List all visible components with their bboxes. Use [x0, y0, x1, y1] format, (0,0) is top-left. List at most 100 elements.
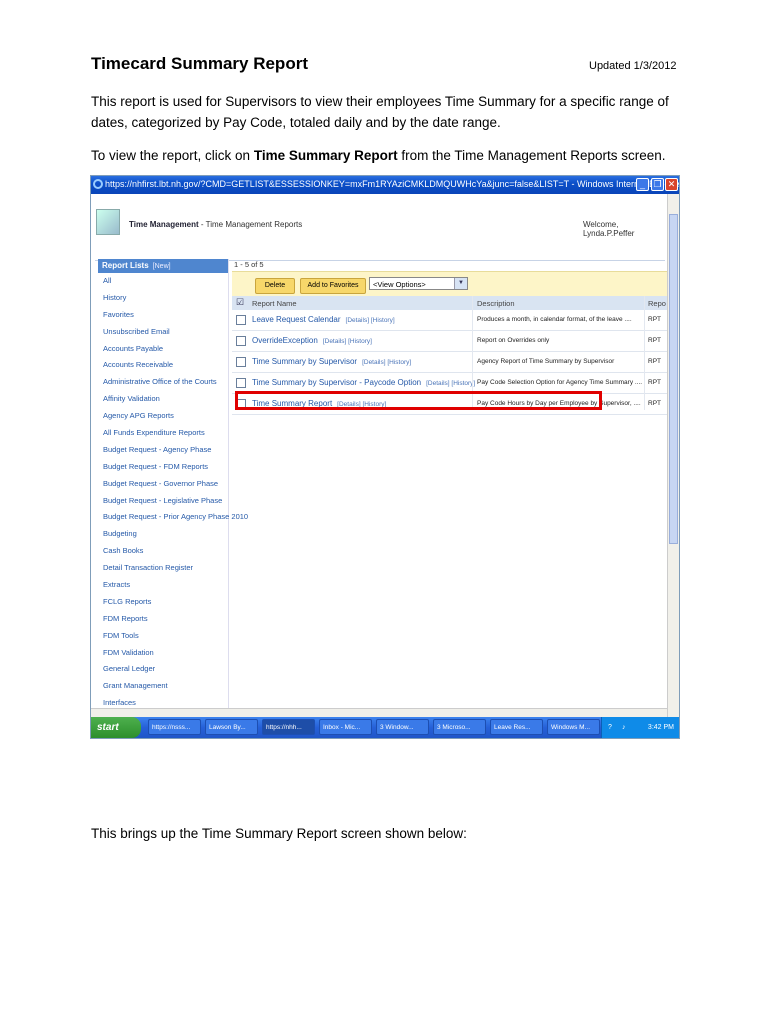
app-title: Time Management - Time Management Report…: [129, 220, 302, 229]
instruction-text-end: from the Time Management Reports screen.: [397, 148, 666, 163]
sidebar-header: Report Lists [New]: [98, 259, 228, 273]
pager: 1 - 5 of 5: [234, 260, 264, 269]
sidebar-item[interactable]: Unsubscribed Email: [98, 324, 228, 341]
report-type: RPT: [648, 358, 661, 365]
close-icon[interactable]: ✕: [665, 178, 678, 191]
details-link[interactable]: [Details]: [362, 359, 385, 366]
sidebar-item[interactable]: Agency APG Reports: [98, 408, 228, 425]
new-link[interactable]: [New]: [153, 263, 171, 270]
app-title-bold: Time Management: [129, 220, 199, 229]
report-type: RPT: [648, 400, 661, 407]
sidebar-item[interactable]: Accounts Receivable: [98, 357, 228, 374]
report-name[interactable]: Time Summary by Supervisor - Paycode Opt…: [252, 378, 421, 387]
column-report-type[interactable]: Repo: [648, 299, 666, 308]
sidebar-item[interactable]: Cash Books: [98, 543, 228, 560]
ie-icon: [93, 179, 103, 189]
details-link[interactable]: [Details]: [323, 338, 346, 345]
sidebar-item[interactable]: Budget Request - Agency Phase: [98, 442, 228, 459]
sidebar-item[interactable]: History: [98, 290, 228, 307]
help-icon: ?: [608, 724, 612, 731]
report-description: Pay Code Selection Option for Agency Tim…: [477, 379, 643, 386]
minimize-icon[interactable]: _: [636, 178, 649, 191]
row-checkbox[interactable]: [236, 315, 246, 325]
grid-header: ☑ Report Name Description Repo: [232, 296, 670, 310]
updated-date: Updated 1/3/2012: [589, 60, 677, 72]
row-checkbox[interactable]: [236, 357, 246, 367]
sidebar-item[interactable]: Grant Management: [98, 678, 228, 695]
closing-paragraph: This brings up the Time Summary Report s…: [91, 826, 467, 841]
sidebar-item[interactable]: FCLG Reports: [98, 594, 228, 611]
taskbar-item[interactable]: 3 Microso...: [433, 719, 486, 735]
start-button[interactable]: start: [91, 717, 141, 738]
view-options-select[interactable]: <View Options> ▼: [369, 277, 468, 290]
report-name-link[interactable]: Time Summary by Supervisor [Details] [His…: [252, 357, 411, 366]
sidebar-item[interactable]: FDM Validation: [98, 645, 228, 662]
welcome-text: Welcome, Lynda.P.Peffer: [583, 220, 635, 238]
scrollbar-thumb[interactable]: [669, 214, 678, 544]
sidebar-item[interactable]: Administrative Office of the Courts: [98, 374, 228, 391]
instruction-paragraph: To view the report, click on Time Summar…: [91, 145, 691, 166]
report-name-link[interactable]: Time Summary by Supervisor - Paycode Opt…: [252, 378, 475, 387]
taskbar-item[interactable]: Leave Res...: [490, 719, 543, 735]
column-description[interactable]: Description: [477, 299, 515, 308]
report-name[interactable]: Time Summary by Supervisor: [252, 357, 357, 366]
table-row[interactable]: OverrideException [Details] [History] Repo…: [232, 331, 670, 352]
app-header: Time Management - Time Management Report…: [91, 194, 669, 261]
history-link[interactable]: [History]: [371, 317, 395, 324]
highlight-box: [235, 391, 602, 410]
sidebar-item[interactable]: Affinity Validation: [98, 391, 228, 408]
report-description: Agency Report of Time Summary by Supervi…: [477, 358, 615, 365]
sidebar-item[interactable]: All Funds Expenditure Reports: [98, 425, 228, 442]
sidebar-item[interactable]: General Ledger: [98, 661, 228, 678]
app-title-rest: - Time Management Reports: [198, 220, 303, 229]
report-type: RPT: [648, 316, 661, 323]
taskbar-item[interactable]: Lawson By...: [205, 719, 258, 735]
taskbar-item[interactable]: https://nhh...: [262, 719, 315, 735]
chevron-down-icon: ▼: [454, 278, 467, 289]
sidebar-item[interactable]: Extracts: [98, 577, 228, 594]
details-link[interactable]: [Details]: [426, 380, 449, 387]
sidebar-item[interactable]: Budget Request - Governor Phase: [98, 476, 228, 493]
column-separator: [644, 296, 645, 410]
sidebar-item[interactable]: Budget Request - Legislative Phase: [98, 493, 228, 510]
sidebar-item[interactable]: Accounts Payable: [98, 341, 228, 358]
instruction-text: To view the report, click on: [91, 148, 254, 163]
delete-button[interactable]: Delete: [255, 278, 295, 294]
report-name[interactable]: OverrideException: [252, 336, 318, 345]
restore-icon[interactable]: ❐: [651, 178, 664, 191]
vertical-scrollbar[interactable]: [667, 194, 679, 718]
screenshot-frame: https://nhfirst.lbt.nh.gov/?CMD=GETLIST&…: [90, 175, 680, 739]
table-row[interactable]: Time Summary by Supervisor [Details] [His…: [232, 352, 670, 373]
report-description: Produces a month, in calendar format, of…: [477, 316, 632, 323]
sidebar-title: Report Lists: [102, 261, 149, 270]
row-checkbox[interactable]: [236, 378, 246, 388]
sidebar-item[interactable]: Detail Transaction Register: [98, 560, 228, 577]
taskbar-item[interactable]: https://nsss...: [148, 719, 201, 735]
app-logo: [96, 209, 120, 235]
row-checkbox[interactable]: [236, 336, 246, 346]
browser-title-bar: https://nhfirst.lbt.nh.gov/?CMD=GETLIST&…: [91, 176, 679, 194]
taskbar-item[interactable]: 3 Window...: [376, 719, 429, 735]
sidebar-item[interactable]: Favorites: [98, 307, 228, 324]
taskbar-item[interactable]: Windows M...: [547, 719, 600, 735]
details-link[interactable]: [Details]: [346, 317, 369, 324]
sidebar-item[interactable]: Budget Request - FDM Reports: [98, 459, 228, 476]
sidebar-item[interactable]: All: [98, 273, 228, 290]
history-link[interactable]: [History]: [387, 359, 411, 366]
report-type: RPT: [648, 379, 661, 386]
report-name[interactable]: Leave Request Calendar: [252, 315, 341, 324]
sidebar-item[interactable]: FDM Reports: [98, 611, 228, 628]
history-link[interactable]: [History]: [348, 338, 372, 345]
browser-title: https://nhfirst.lbt.nh.gov/?CMD=GETLIST&…: [105, 179, 680, 189]
select-all-checkbox-icon[interactable]: ☑: [236, 297, 244, 308]
taskbar-item[interactable]: Inbox - Mic...: [319, 719, 372, 735]
sidebar-item[interactable]: FDM Tools: [98, 628, 228, 645]
table-row[interactable]: Leave Request Calendar [Details] [History…: [232, 310, 670, 331]
sidebar-item[interactable]: Budgeting: [98, 526, 228, 543]
intro-paragraph: This report is used for Supervisors to v…: [91, 94, 669, 130]
column-report-name[interactable]: Report Name: [252, 299, 297, 308]
sidebar-item[interactable]: Budget Request - Prior Agency Phase 2010: [98, 509, 248, 526]
add-to-favorites-button[interactable]: Add to Favorites: [300, 278, 366, 294]
report-name-link[interactable]: Leave Request Calendar [Details] [History…: [252, 315, 395, 324]
report-name-link[interactable]: OverrideException [Details] [History]: [252, 336, 372, 345]
